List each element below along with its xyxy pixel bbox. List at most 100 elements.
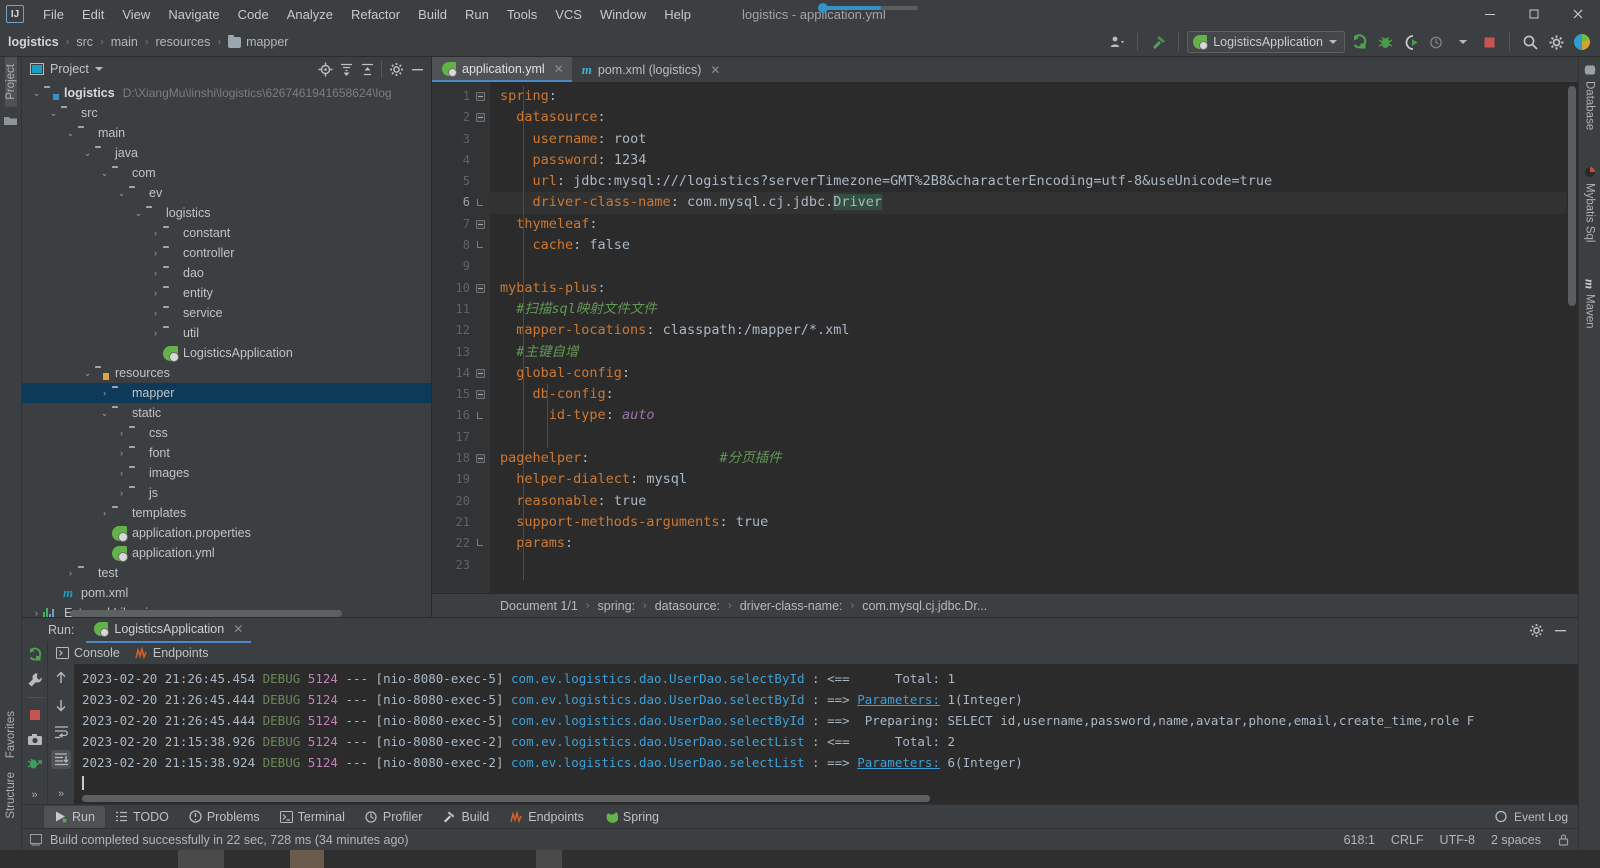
- code-line[interactable]: [490, 427, 1566, 448]
- chevron-down-icon[interactable]: ⌄: [132, 208, 145, 219]
- bottom-tab-build[interactable]: Build: [432, 806, 499, 828]
- chevron-down-icon[interactable]: ⌄: [47, 108, 60, 119]
- camera-icon[interactable]: [25, 730, 45, 749]
- tree-node-util[interactable]: › util: [22, 323, 431, 343]
- chevron-down-icon[interactable]: ⌄: [81, 368, 94, 379]
- tree-node-mapper[interactable]: › mapper: [22, 383, 431, 403]
- chevron-right-icon[interactable]: ›: [115, 428, 128, 438]
- bottom-tab-problems[interactable]: Problems: [179, 806, 270, 828]
- bottom-tab-terminal[interactable]: Terminal: [270, 806, 355, 828]
- bottom-tab-spring[interactable]: Spring: [594, 806, 669, 828]
- run-configuration-selector[interactable]: LogisticsApplication: [1187, 31, 1345, 53]
- menu-help[interactable]: Help: [655, 4, 700, 25]
- editor-breadcrumb-item[interactable]: spring:: [598, 599, 636, 613]
- fold-end-marker[interactable]: [476, 539, 485, 548]
- debug-icon[interactable]: [1373, 30, 1397, 54]
- stripe-button-maven[interactable]: m Maven: [1582, 272, 1598, 336]
- stripe-folder-icon[interactable]: [4, 115, 17, 126]
- fold-toggle-icon[interactable]: [476, 113, 485, 123]
- expand-all-icon[interactable]: [336, 59, 356, 79]
- menu-vcs[interactable]: VCS: [546, 4, 591, 25]
- minimize-button[interactable]: [1468, 0, 1512, 28]
- code-line[interactable]: [490, 256, 1566, 277]
- chevron-down-icon[interactable]: ⌄: [64, 128, 77, 139]
- stripe-button-favorites[interactable]: Favorites: [5, 704, 17, 765]
- more-actions-icon[interactable]: »: [25, 786, 45, 805]
- menu-analyze[interactable]: Analyze: [278, 4, 342, 25]
- tree-node-src[interactable]: ⌄ src: [22, 103, 431, 123]
- code-line[interactable]: #主键自增: [490, 342, 1566, 363]
- up-arrow-icon[interactable]: [51, 668, 71, 687]
- export-thread-icon[interactable]: [25, 755, 45, 774]
- tree-node-static[interactable]: ⌄ static: [22, 403, 431, 423]
- fold-toggle-icon[interactable]: [476, 390, 485, 400]
- settings-gear-icon[interactable]: [1544, 30, 1568, 54]
- tree-node-application-properties[interactable]: application.properties: [22, 523, 431, 543]
- breadcrumb-item-src[interactable]: src: [76, 35, 93, 49]
- stripe-button-project[interactable]: Project: [4, 57, 17, 107]
- code-line[interactable]: pagehelper: #分页插件: [490, 448, 1566, 469]
- chevron-right-icon[interactable]: ›: [149, 308, 162, 318]
- down-arrow-icon[interactable]: [51, 695, 71, 714]
- code-line[interactable]: cache: false: [490, 235, 1566, 256]
- chevron-down-icon[interactable]: ⌄: [30, 88, 43, 99]
- tree-node-js[interactable]: › js: [22, 483, 431, 503]
- code-line[interactable]: id-type: auto: [490, 405, 1566, 426]
- collapse-all-icon[interactable]: [357, 59, 377, 79]
- code-line[interactable]: spring:: [490, 86, 1566, 107]
- console-tab-console[interactable]: Console: [56, 646, 120, 660]
- tree-node-logistics[interactable]: ⌄ logistics D:\XiangMu\linshi\logistics\62…: [22, 83, 431, 103]
- editor-gutter[interactable]: 1 2 3 4 5 6 7 8 9 10 11 12 13 14 15 16 17 18 19 20 21 22 23: [432, 82, 490, 593]
- chevron-right-icon[interactable]: ›: [149, 268, 162, 278]
- code-line[interactable]: reasonable: true: [490, 491, 1566, 512]
- menu-edit[interactable]: Edit: [73, 4, 113, 25]
- code-line[interactable]: mybatis-plus:: [490, 278, 1566, 299]
- chevron-down-icon[interactable]: ⌄: [98, 168, 111, 179]
- console-tab-endpoints[interactable]: Endpoints: [134, 646, 208, 660]
- hide-icon[interactable]: [407, 59, 427, 79]
- tree-node-templates[interactable]: › templates: [22, 503, 431, 523]
- project-tree-horizontal-scrollbar[interactable]: [70, 610, 342, 617]
- stop-icon[interactable]: [1477, 30, 1501, 54]
- wrench-icon[interactable]: [25, 671, 45, 690]
- fold-toggle-icon[interactable]: [476, 219, 485, 229]
- chevron-right-icon[interactable]: ›: [149, 328, 162, 338]
- tree-node-font[interactable]: › font: [22, 443, 431, 463]
- taskbar-item-2[interactable]: [290, 850, 324, 868]
- fold-toggle-icon[interactable]: [476, 368, 485, 378]
- menu-file[interactable]: File: [34, 4, 73, 25]
- file-encoding[interactable]: UTF-8: [1440, 833, 1475, 847]
- chevron-down-icon[interactable]: [94, 67, 103, 71]
- code-line[interactable]: thymeleaf:: [490, 214, 1566, 235]
- chevron-right-icon[interactable]: ›: [64, 568, 77, 578]
- fold-end-marker[interactable]: [476, 411, 485, 421]
- code-line[interactable]: #扫描sql映射文件文件: [490, 299, 1566, 320]
- tree-node-ev[interactable]: ⌄ ev: [22, 183, 431, 203]
- build-hammer-icon[interactable]: [1146, 30, 1170, 54]
- soft-wrap-icon[interactable]: [51, 722, 71, 741]
- chevron-right-icon[interactable]: ›: [98, 508, 111, 518]
- menu-view[interactable]: View: [113, 4, 159, 25]
- event-log-label[interactable]: Event Log: [1514, 810, 1568, 824]
- run-with-coverage-icon[interactable]: [1399, 30, 1423, 54]
- breadcrumb-item-mapper[interactable]: mapper: [228, 34, 288, 49]
- line-separator[interactable]: CRLF: [1391, 833, 1424, 847]
- fold-toggle-icon[interactable]: [476, 283, 485, 293]
- tree-node-css[interactable]: › css: [22, 423, 431, 443]
- taskbar-item-1[interactable]: [178, 850, 224, 868]
- close-icon[interactable]: ✕: [233, 622, 243, 636]
- editor-tab-application.yml[interactable]: application.yml ✕: [432, 57, 572, 82]
- user-icon[interactable]: [1105, 30, 1129, 54]
- caret-position[interactable]: 618:1: [1344, 833, 1375, 847]
- menu-code[interactable]: Code: [229, 4, 278, 25]
- code-line[interactable]: db-config:: [490, 384, 1566, 405]
- lock-icon[interactable]: [1557, 833, 1570, 846]
- chevron-right-icon[interactable]: ›: [115, 488, 128, 498]
- rerun-icon[interactable]: [25, 646, 45, 665]
- chevron-down-icon[interactable]: ⌄: [81, 148, 94, 159]
- fold-end-marker[interactable]: [476, 241, 485, 250]
- close-button[interactable]: [1556, 0, 1600, 28]
- tree-node-com[interactable]: ⌄ com: [22, 163, 431, 183]
- project-tree[interactable]: ⌄ logistics D:\XiangMu\linshi\logistics\62…: [22, 81, 431, 617]
- bottom-tab-endpoints[interactable]: Endpoints: [499, 806, 594, 828]
